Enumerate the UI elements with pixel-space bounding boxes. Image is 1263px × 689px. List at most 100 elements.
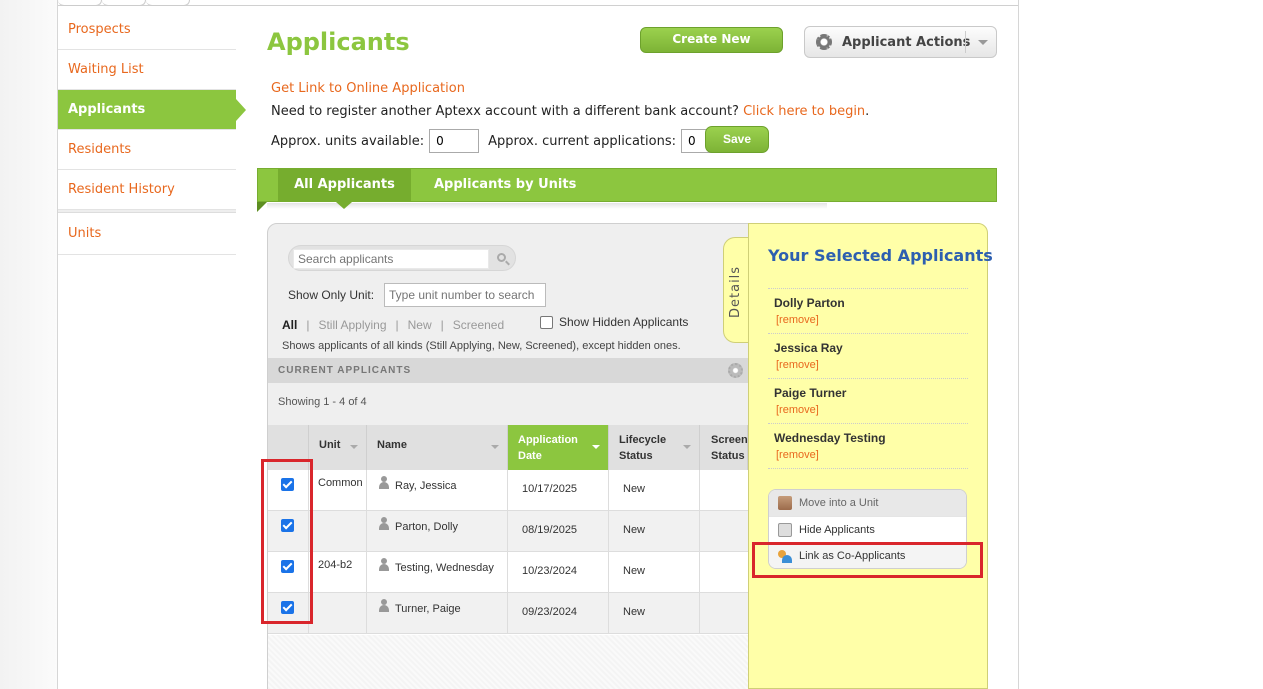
hide-applicants-action[interactable]: Hide Applicants [769,516,966,542]
selected-applicants-title: Your Selected Applicants [768,246,993,265]
sort-arrow-icon [350,445,358,449]
date-cell: 10/17/2025 [508,470,609,511]
sidebar-item-resident-history[interactable]: Resident History [58,170,236,210]
search-input[interactable] [293,249,489,269]
remove-link[interactable]: [remove] [776,449,819,461]
row-checkbox[interactable] [281,601,294,614]
column-label-screen-line1: Screen [711,434,748,446]
sort-arrow-icon [683,445,691,449]
lifecycle-cell: New [609,593,700,634]
sidebar-item-prospects[interactable]: Prospects [58,10,236,50]
column-header-unit[interactable]: Unit [309,425,367,470]
column-label-screen-line2: Status [711,450,745,462]
row-checkbox[interactable] [281,478,294,491]
column-header-application-date[interactable]: Application Date [508,425,609,470]
person-icon [377,517,391,531]
sidebar-item-waiting-list[interactable]: Waiting List [58,50,236,90]
top-tab-stubs [58,0,192,6]
sidebar-item-residents[interactable]: Residents [58,130,236,170]
screen-cell [700,593,748,634]
filter-still-applying[interactable]: Still Applying [318,318,386,332]
name-cell[interactable]: Ray, Jessica [367,470,508,511]
name-cell[interactable]: Parton, Dolly [367,511,508,552]
applicant-name[interactable]: Turner, Paige [395,603,461,615]
units-row: Approx. units available: Approx. current… [271,128,731,154]
screen-cell [700,470,748,511]
register-period: . [865,104,870,119]
register-link[interactable]: Click here to begin [743,104,865,119]
column-header-name[interactable]: Name [367,425,508,470]
person-icon [377,476,391,490]
save-button[interactable]: Save [705,126,769,153]
settings-gear-icon[interactable] [728,363,743,378]
online-application-link[interactable]: Get Link to Online Application [271,81,465,96]
lifecycle-cell: New [609,511,700,552]
name-cell[interactable]: Turner, Paige [367,593,508,634]
move-into-unit-action[interactable]: Move into a Unit [769,490,966,516]
hide-icon [778,523,792,537]
tabs-fold [257,202,267,212]
tab-all-applicants[interactable]: All Applicants [278,168,411,209]
table-row[interactable]: Turner, Paige 09/23/2024 New [268,593,748,634]
row-checkbox[interactable] [281,560,294,573]
show-unit-label: Show Only Unit: [288,288,375,302]
applicant-name[interactable]: Parton, Dolly [395,521,458,533]
filter-new[interactable]: New [408,318,432,332]
selected-item: Jessica Ray [remove] [768,333,968,378]
date-cell: 09/23/2024 [508,593,609,634]
filter-screened[interactable]: Screened [453,318,504,332]
unit-cell: 204-b2 [309,552,367,593]
remove-link[interactable]: [remove] [776,314,819,326]
sidebar-item-applicants[interactable]: Applicants [58,90,246,130]
selected-name: Jessica Ray [774,341,843,355]
details-tab[interactable]: Details [723,237,749,343]
column-label-lifecycle-line2: Status [619,450,653,462]
gear-icon [816,34,832,50]
column-header-lifecycle-status[interactable]: Lifecycle Status [609,425,700,470]
chevron-down-icon[interactable] [978,40,988,45]
units-available-input[interactable] [429,129,480,153]
sidebar: Prospects Waiting List Applicants Reside… [58,10,246,255]
status-filters: All | Still Applying | New | Screened [282,318,504,332]
show-hidden-label: Show Hidden Applicants [559,315,689,329]
screen-cell [700,511,748,552]
unit-cell [309,511,367,552]
name-cell[interactable]: Testing, Wednesday [367,552,508,593]
applicant-name[interactable]: Testing, Wednesday [395,562,494,574]
column-header-screen-status[interactable]: Screen Status [700,425,748,470]
person-icon [377,558,391,572]
selected-item: Paige Turner [remove] [768,378,968,423]
show-hidden-checkbox[interactable] [540,315,553,329]
current-applicants-header: CURRENT APPLICANTS [268,358,748,383]
table-row[interactable]: Common Ray, Jessica 10/17/2025 New [268,470,748,511]
remove-link[interactable]: [remove] [776,359,819,371]
units-available-label: Approx. units available: [271,133,425,149]
filter-all[interactable]: All [282,318,297,332]
screen-cell [700,552,748,593]
details-tab-label: Details [728,265,743,318]
show-hidden-toggle[interactable]: Show Hidden Applicants [540,315,688,329]
table-row[interactable]: 204-b2 Testing, Wednesday 10/23/2024 New [268,552,748,593]
applicants-table: Unit Name Application Date Lifecycle Statu… [268,425,748,635]
selected-item: Wednesday Testing [remove] [768,423,968,468]
sort-arrow-icon [491,445,499,449]
search-icon[interactable] [497,253,506,262]
create-new-applicant-button[interactable]: Create New Applicant [640,27,783,69]
applicant-actions-dropdown[interactable]: Applicant Actions [804,26,997,58]
date-cell: 08/19/2025 [508,511,609,552]
lifecycle-cell: New [609,552,700,593]
sidebar-item-units[interactable]: Units [58,213,236,255]
top-strip [58,0,1018,6]
sort-arrow-icon [592,445,600,449]
unit-search-input[interactable] [384,283,546,307]
link-co-applicants-action[interactable]: Link as Co-Applicants [769,542,966,568]
remove-link[interactable]: [remove] [776,404,819,416]
applicant-name[interactable]: Ray, Jessica [395,480,457,492]
tab-applicants-by-units[interactable]: Applicants by Units [434,168,576,202]
hide-applicants-label: Hide Applicants [799,524,875,536]
filter-separator: | [395,318,399,332]
row-checkbox[interactable] [281,519,294,532]
selected-name: Wednesday Testing [774,431,886,445]
filter-separator: | [440,318,444,332]
table-row[interactable]: Parton, Dolly 08/19/2025 New [268,511,748,552]
